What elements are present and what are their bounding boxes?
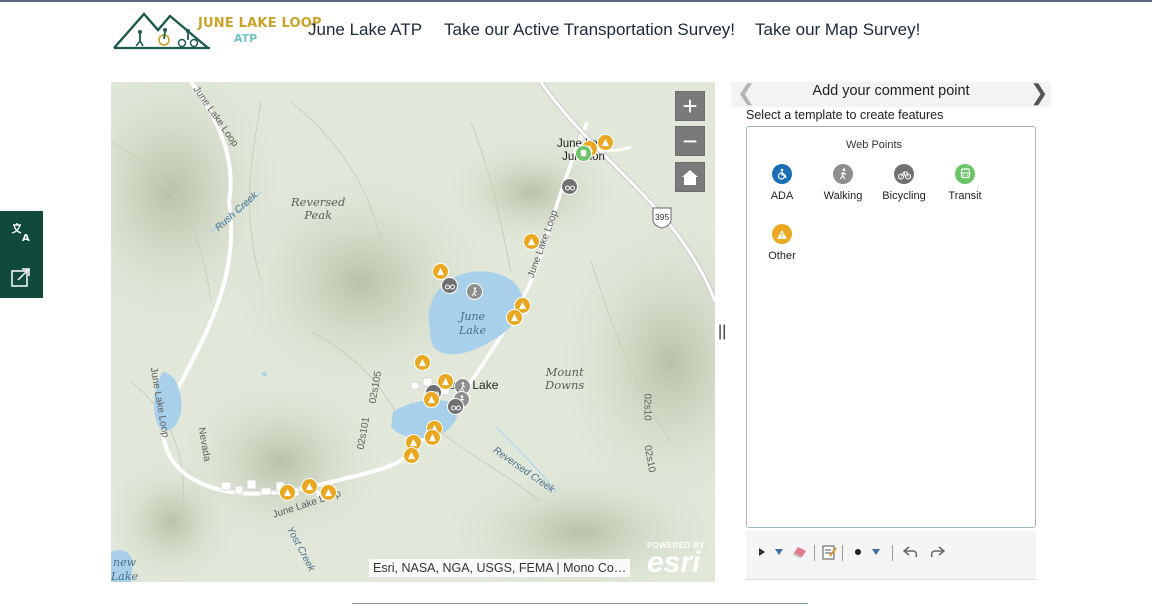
comment-pin-other[interactable] xyxy=(523,233,540,250)
site-logo[interactable]: JUNE LAKE LOOP ATP xyxy=(112,10,322,56)
toolbar-divider xyxy=(842,545,843,561)
template-other[interactable]: Other xyxy=(751,224,813,262)
comment-pin-other[interactable] xyxy=(423,391,440,408)
share-icon[interactable] xyxy=(8,264,34,290)
label-mount-downs: Mount Downs xyxy=(545,365,585,392)
home-button[interactable] xyxy=(675,162,705,192)
panel-splitter[interactable]: || xyxy=(718,323,726,341)
template-helper-text: Select a template to create features xyxy=(746,108,944,122)
label-new-lake: new Lake xyxy=(111,556,139,582)
template-label: ADA xyxy=(770,190,794,202)
svg-text:A: A xyxy=(22,233,30,243)
point-tool-icon[interactable] xyxy=(850,543,866,561)
nav-map-survey[interactable]: Take our Map Survey! xyxy=(755,20,920,40)
template-picker: Web Points ADA Walking Bicycling Transit… xyxy=(746,126,1036,528)
redo-icon[interactable] xyxy=(929,543,945,561)
label-road-02s10: 02s10 xyxy=(641,393,653,421)
comment-pin-other[interactable] xyxy=(301,478,318,495)
map-attribution[interactable]: Esri, NASA, NGA, USGS, FEMA | Mono Co… xyxy=(369,559,631,577)
zoom-out-button[interactable]: − xyxy=(675,126,705,156)
comment-pin-other[interactable] xyxy=(597,134,614,151)
mountain-logo-icon xyxy=(113,12,210,50)
highway-395-shield: 395 xyxy=(655,212,670,222)
logo-title: JUNE LAKE LOOP xyxy=(198,16,322,31)
comment-pin-bicycling[interactable] xyxy=(441,277,458,294)
zoom-in-button[interactable]: + xyxy=(675,91,705,121)
next-arrow-icon[interactable]: ❯ xyxy=(1030,82,1048,104)
comment-pin-transit[interactable] xyxy=(575,145,592,162)
site-header: JUNE LAKE LOOP ATP June Lake ATP Take ou… xyxy=(0,2,1152,62)
template-label: Other xyxy=(768,250,796,262)
picker-group-title: Web Points xyxy=(845,139,903,151)
template-walking[interactable]: Walking xyxy=(812,164,874,202)
eraser-icon[interactable] xyxy=(792,543,808,561)
template-bicycling[interactable]: Bicycling xyxy=(873,164,935,202)
template-label: Transit xyxy=(948,190,982,202)
comment-pin-walking[interactable] xyxy=(466,283,483,300)
toolbar-divider xyxy=(814,545,815,561)
template-ada[interactable]: ADA xyxy=(751,164,813,202)
panel-header: ❮ Add your comment point ❯ xyxy=(731,82,1051,107)
map-view[interactable]: ReversedPeak MountDowns JuneLake June La… xyxy=(111,82,715,582)
select-tool-icon[interactable] xyxy=(754,543,770,561)
chevron-down-icon[interactable] xyxy=(771,543,787,561)
comment-pin-other[interactable] xyxy=(424,429,441,446)
warning-icon xyxy=(772,224,792,244)
esri-logo[interactable]: POWERED BY esri xyxy=(647,541,705,578)
bottom-rule xyxy=(352,603,808,604)
label-reversed-peak: Reversed Peak xyxy=(291,195,346,222)
wheelchair-icon xyxy=(772,164,792,184)
comment-pin-other[interactable] xyxy=(414,354,431,371)
comment-pin-other[interactable] xyxy=(506,309,523,326)
comment-pin-bicycling[interactable] xyxy=(447,398,464,415)
template-label: Walking xyxy=(823,190,863,202)
map-terrain xyxy=(111,82,715,582)
bicycle-icon xyxy=(894,164,914,184)
chevron-down-icon[interactable] xyxy=(868,543,884,561)
undo-icon[interactable] xyxy=(903,543,919,561)
home-icon xyxy=(682,169,698,185)
comment-panel: ❮ Add your comment point ❯ Select a temp… xyxy=(731,82,1051,582)
nav-active-transportation-survey[interactable]: Take our Active Transportation Survey! xyxy=(444,20,735,40)
comment-pin-other[interactable] xyxy=(279,484,296,501)
side-toolbar: A xyxy=(0,211,43,298)
label-june-lake-water: June Lake xyxy=(459,310,487,337)
logo-subtitle: ATP xyxy=(234,32,258,45)
nav-june-lake-atp[interactable]: June Lake ATP xyxy=(308,20,422,40)
esri-wordmark: esri xyxy=(647,546,701,579)
comment-pin-bicycling[interactable] xyxy=(561,178,578,195)
panel-title: Add your comment point xyxy=(812,83,970,99)
toolbar-divider xyxy=(892,545,893,561)
comment-pin-other[interactable] xyxy=(403,447,420,464)
bus-icon xyxy=(955,164,975,184)
template-label: Bicycling xyxy=(882,190,926,202)
walking-icon xyxy=(833,164,853,184)
translate-icon[interactable]: A xyxy=(8,219,34,245)
comment-pin-other[interactable] xyxy=(320,484,337,501)
edit-toolbar xyxy=(746,531,1036,580)
attributes-icon[interactable] xyxy=(821,543,837,561)
template-transit[interactable]: Transit xyxy=(934,164,996,202)
